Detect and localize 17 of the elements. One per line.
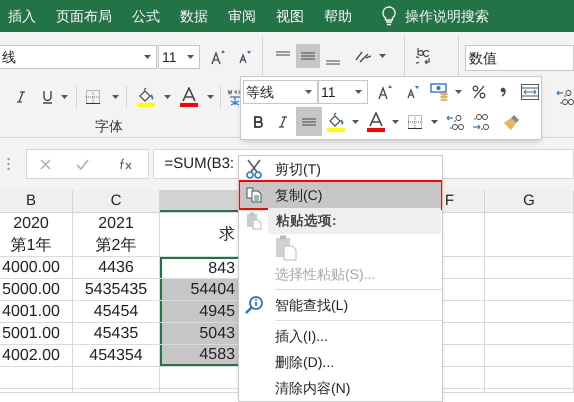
- table-cell: 54404: [160, 279, 240, 300]
- group-label: 字体: [95, 117, 123, 136]
- table-cell: 4583: [160, 345, 240, 366]
- table-cell: 5043: [160, 323, 240, 344]
- table-cell: 4002.00: [0, 345, 73, 366]
- cell-text: 第1年: [10, 236, 52, 256]
- table-cell: 4436: [73, 257, 160, 278]
- cell-text: 第2年: [96, 236, 136, 256]
- cell-text: 2020: [13, 214, 49, 234]
- table-cell: 5001.00: [0, 323, 73, 344]
- table-cell: 4001.00: [0, 301, 73, 322]
- cell-text: 2021: [98, 214, 134, 234]
- table-cell: 4000.00: [0, 257, 73, 278]
- table-cell: 4945: [160, 301, 240, 322]
- table-cell: 5000.00: [0, 279, 73, 300]
- paste-options-heading: 粘贴选项:: [268, 208, 441, 234]
- cell-text: 求: [219, 224, 235, 244]
